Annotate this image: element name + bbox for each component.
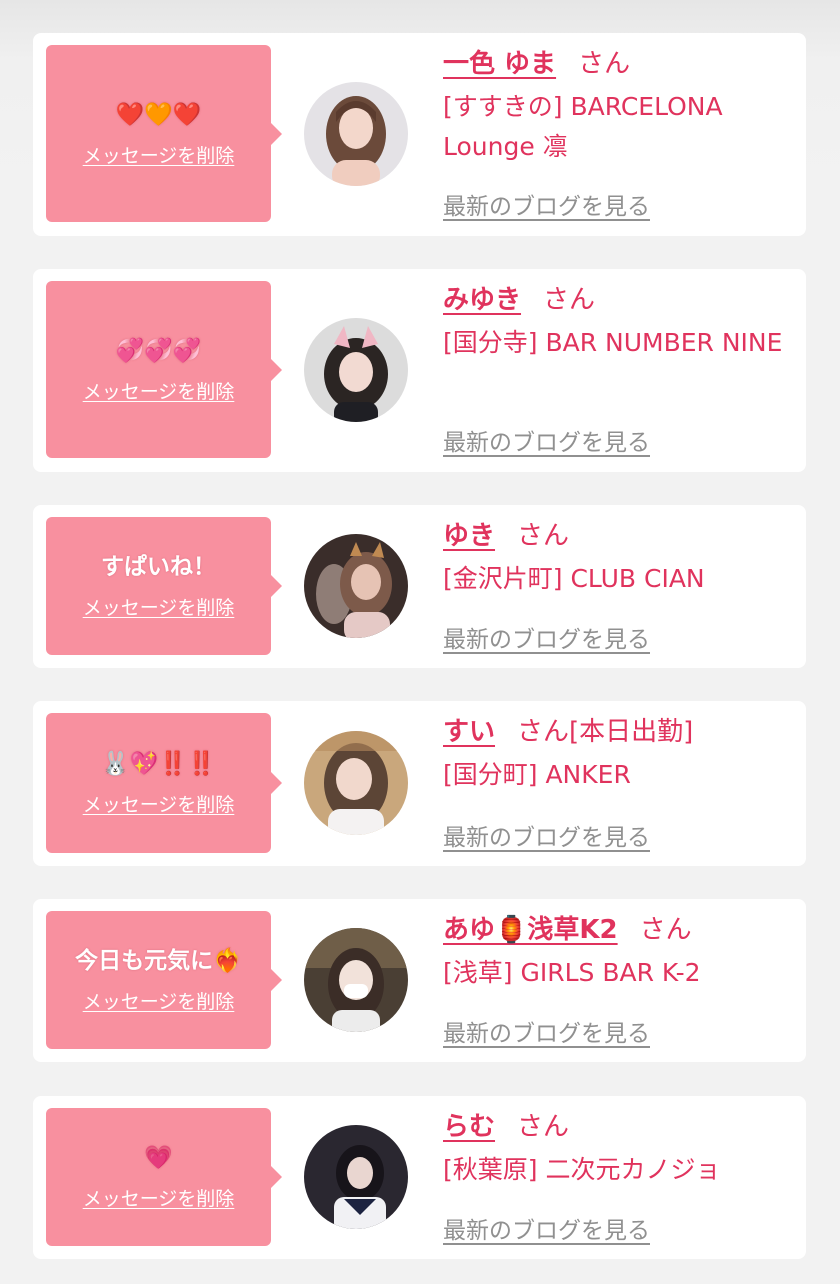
cast-name-link[interactable]: らむ <box>443 1112 495 1142</box>
message-card: 🐰💖‼️‼️ メッセージを削除 すい さん[本日出勤] [国分町] ANKER 最… <box>33 701 806 866</box>
honorific: さん <box>543 285 596 315</box>
status-badge: [本日出勤] <box>569 717 694 747</box>
avatar[interactable] <box>304 318 408 422</box>
message-bubble: 💞💞💞 メッセージを削除 <box>46 281 282 458</box>
cast-info: ゆき さん [金沢片町] CLUB CIAN <box>443 521 793 599</box>
message-card: 今日も元気に❤️‍🔥 メッセージを削除 あゆ🏮浅草K2 さん [浅草] GIRLS… <box>33 899 806 1062</box>
message-text: 💞💞💞 <box>115 337 202 364</box>
cast-name-link[interactable]: ゆき <box>443 521 495 551</box>
name-line: あゆ🏮浅草K2 さん <box>443 915 793 945</box>
shop-name: [国分寺] BAR NUMBER NINE <box>443 328 783 357</box>
delete-message-link[interactable]: メッセージを削除 <box>83 990 235 1014</box>
honorific: さん <box>639 915 692 945</box>
latest-blog-link[interactable]: 最新のブログを見る <box>443 620 650 654</box>
cast-info: あゆ🏮浅草K2 さん [浅草] GIRLS BAR K-2 <box>443 915 793 993</box>
delete-message-link[interactable]: メッセージを削除 <box>83 380 235 404</box>
message-text: ❤️🧡❤️ <box>115 101 202 128</box>
delete-message-link[interactable]: メッセージを削除 <box>83 596 235 620</box>
shop-name: [国分町] ANKER <box>443 760 631 789</box>
message-bubble: 🐰💖‼️‼️ メッセージを削除 <box>46 713 282 853</box>
latest-blog-link[interactable]: 最新のブログを見る <box>443 818 650 852</box>
message-card: 💗 メッセージを削除 らむ さん [秋葉原] 二次元カノジョ 最新のブログを見る <box>33 1096 806 1259</box>
message-text: 💗 <box>144 1145 173 1171</box>
latest-blog-link[interactable]: 最新のブログを見る <box>443 187 650 221</box>
avatar[interactable] <box>304 534 408 638</box>
message-card: ❤️🧡❤️ メッセージを削除 一色 ゆま さん [すすきの] BARCELONA … <box>33 33 806 236</box>
name-line: ゆき さん <box>443 521 793 551</box>
honorific: さん <box>517 1112 570 1142</box>
cast-name-link[interactable]: みゆき <box>443 285 521 315</box>
message-bubble: ❤️🧡❤️ メッセージを削除 <box>46 45 282 222</box>
cast-name-link[interactable]: あゆ🏮浅草K2 <box>443 915 618 945</box>
cast-info: 一色 ゆま さん [すすきの] BARCELONA Lounge 凛 <box>443 49 793 167</box>
message-card: 💞💞💞 メッセージを削除 みゆき さん [国分寺] BAR NUMBER NINE… <box>33 269 806 472</box>
cast-info: らむ さん [秋葉原] 二次元カノジョ <box>443 1112 793 1190</box>
cast-name-link[interactable]: 一色 ゆま <box>443 49 556 79</box>
message-bubble: 今日も元気に❤️‍🔥 メッセージを削除 <box>46 911 282 1049</box>
name-line: みゆき さん <box>443 285 793 315</box>
delete-message-link[interactable]: メッセージを削除 <box>83 793 235 817</box>
delete-message-link[interactable]: メッセージを削除 <box>83 144 235 168</box>
cast-info: すい さん[本日出勤] [国分町] ANKER <box>443 717 793 795</box>
message-bubble: 💗 メッセージを削除 <box>46 1108 282 1246</box>
latest-blog-link[interactable]: 最新のブログを見る <box>443 1014 650 1048</box>
honorific: さん <box>578 49 631 79</box>
message-card: すぱいね！ メッセージを削除 ゆき さん [金沢片町] CLUB CIAN 最新の… <box>33 505 806 668</box>
avatar[interactable] <box>304 1125 408 1229</box>
shop-name: [秋葉原] 二次元カノジョ <box>443 1155 721 1184</box>
name-line: すい さん[本日出勤] <box>443 717 793 747</box>
shop-name: [すすきの] BARCELONA Lounge 凛 <box>443 92 723 161</box>
shop-name: [浅草] GIRLS BAR K-2 <box>443 958 701 987</box>
message-bubble: すぱいね！ メッセージを削除 <box>46 517 282 655</box>
avatar[interactable] <box>304 82 408 186</box>
message-text: すぱいね！ <box>101 554 216 580</box>
latest-blog-link[interactable]: 最新のブログを見る <box>443 423 650 457</box>
shop-name: [金沢片町] CLUB CIAN <box>443 564 705 593</box>
message-text: 🐰💖‼️‼️ <box>101 751 216 777</box>
latest-blog-link[interactable]: 最新のブログを見る <box>443 1211 650 1245</box>
cast-name-link[interactable]: すい <box>443 717 495 747</box>
avatar[interactable] <box>304 928 408 1032</box>
message-text: 今日も元気に❤️‍🔥 <box>75 948 242 974</box>
name-line: 一色 ゆま さん <box>443 49 793 79</box>
honorific: さん <box>517 521 570 551</box>
name-line: らむ さん <box>443 1112 793 1142</box>
honorific: さん <box>517 717 570 747</box>
cast-info: みゆき さん [国分寺] BAR NUMBER NINE <box>443 285 793 363</box>
avatar[interactable] <box>304 731 408 835</box>
delete-message-link[interactable]: メッセージを削除 <box>83 1187 235 1211</box>
